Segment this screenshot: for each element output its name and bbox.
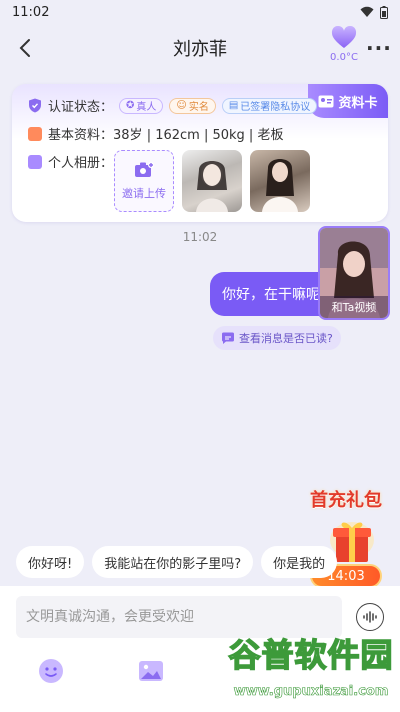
tag-real-person: ✪ 真人 bbox=[119, 97, 164, 114]
basic-info-row: 基本资料： 38岁 | 162cm | 50kg | 老板 bbox=[28, 124, 283, 143]
album-photo[interactable] bbox=[250, 150, 310, 212]
sent-message-text: 你好，在干嘛呢 bbox=[222, 287, 320, 303]
basic-info-icon bbox=[28, 126, 42, 141]
invite-upload-button[interactable]: 邀请上传 bbox=[114, 150, 174, 212]
album-icon bbox=[28, 154, 42, 169]
voice-wave-icon bbox=[363, 611, 377, 623]
quick-reply-chip[interactable]: 我能站在你的影子里吗? bbox=[92, 546, 254, 578]
quick-replies: 你好呀! 我能站在你的影子里吗? 你是我的 bbox=[16, 546, 400, 578]
nav-bar: 刘亦菲 0.0°C ··· bbox=[0, 24, 400, 72]
image-icon[interactable] bbox=[136, 656, 166, 686]
status-time: 11:02 bbox=[12, 4, 50, 20]
page-title: 刘亦菲 bbox=[173, 39, 227, 60]
intimacy-indicator[interactable]: 0.0°C bbox=[326, 25, 362, 63]
heart-icon bbox=[331, 25, 357, 48]
promo-title: 首充礼包 bbox=[310, 490, 382, 511]
portrait-image bbox=[196, 161, 228, 212]
quick-reply-chip[interactable]: 你是我的 bbox=[261, 546, 338, 578]
emoji-icon[interactable] bbox=[36, 656, 66, 686]
basic-info-value: 38岁 | 162cm | 50kg | 老板 bbox=[113, 128, 284, 143]
status-icons bbox=[360, 5, 388, 19]
profile-card-badge[interactable]: 资料卡 bbox=[308, 84, 388, 118]
intimacy-value: 0.0°C bbox=[330, 52, 358, 63]
tag-real-name-label: 实名 bbox=[188, 102, 209, 113]
chat-check-icon bbox=[221, 332, 234, 344]
tag-privacy-agreement-label: 已签署隐私协议 bbox=[240, 102, 311, 113]
video-call-label: 和Ta视频 bbox=[320, 296, 388, 318]
id-card-icon bbox=[318, 95, 334, 107]
album-row: 个人相册： bbox=[28, 152, 113, 171]
album-photo[interactable] bbox=[182, 150, 242, 212]
profile-card: 资料卡 认证状态： ✪ 真人 ☺ 实名 ▤ 已签署隐私协议 基本资料： 38岁 | 1… bbox=[12, 84, 388, 222]
invite-upload-label: 邀请上传 bbox=[122, 187, 166, 200]
tag-privacy-agreement: ▤ 已签署隐私协议 bbox=[221, 97, 318, 114]
battery-icon bbox=[380, 5, 388, 19]
status-bar: 11:02 bbox=[0, 0, 400, 24]
camera-plus-icon bbox=[135, 162, 154, 177]
watermark-url: www.gupuxiazai.com bbox=[233, 684, 389, 700]
read-check-label: 查看消息是否已读? bbox=[239, 332, 333, 345]
tag-real-name: ☺ 实名 bbox=[169, 97, 216, 114]
back-arrow-icon[interactable] bbox=[14, 36, 38, 60]
shield-icon bbox=[29, 98, 41, 113]
video-call-card[interactable]: 和Ta视频 bbox=[318, 226, 390, 320]
more-options-icon[interactable]: ··· bbox=[366, 36, 392, 60]
album-label: 个人相册： bbox=[48, 156, 114, 171]
tag-real-person-label: 真人 bbox=[136, 102, 157, 113]
wifi-icon bbox=[360, 6, 374, 17]
watermark-title: 谷普软件园 bbox=[228, 635, 394, 675]
portrait-image bbox=[262, 159, 298, 212]
site-watermark: 谷普软件园 www.gupuxiazai.com bbox=[222, 630, 400, 712]
read-check-button[interactable]: 查看消息是否已读? bbox=[213, 326, 341, 350]
quick-reply-chip[interactable]: 你好呀! bbox=[16, 546, 85, 578]
verify-label: 认证状态： bbox=[48, 100, 114, 115]
basic-info-label: 基本资料： bbox=[48, 128, 114, 143]
profile-card-badge-label: 资料卡 bbox=[338, 95, 378, 111]
voice-input-button[interactable] bbox=[356, 603, 384, 631]
verify-row: 认证状态： ✪ 真人 ☺ 实名 ▤ 已签署隐私协议 bbox=[28, 96, 318, 115]
